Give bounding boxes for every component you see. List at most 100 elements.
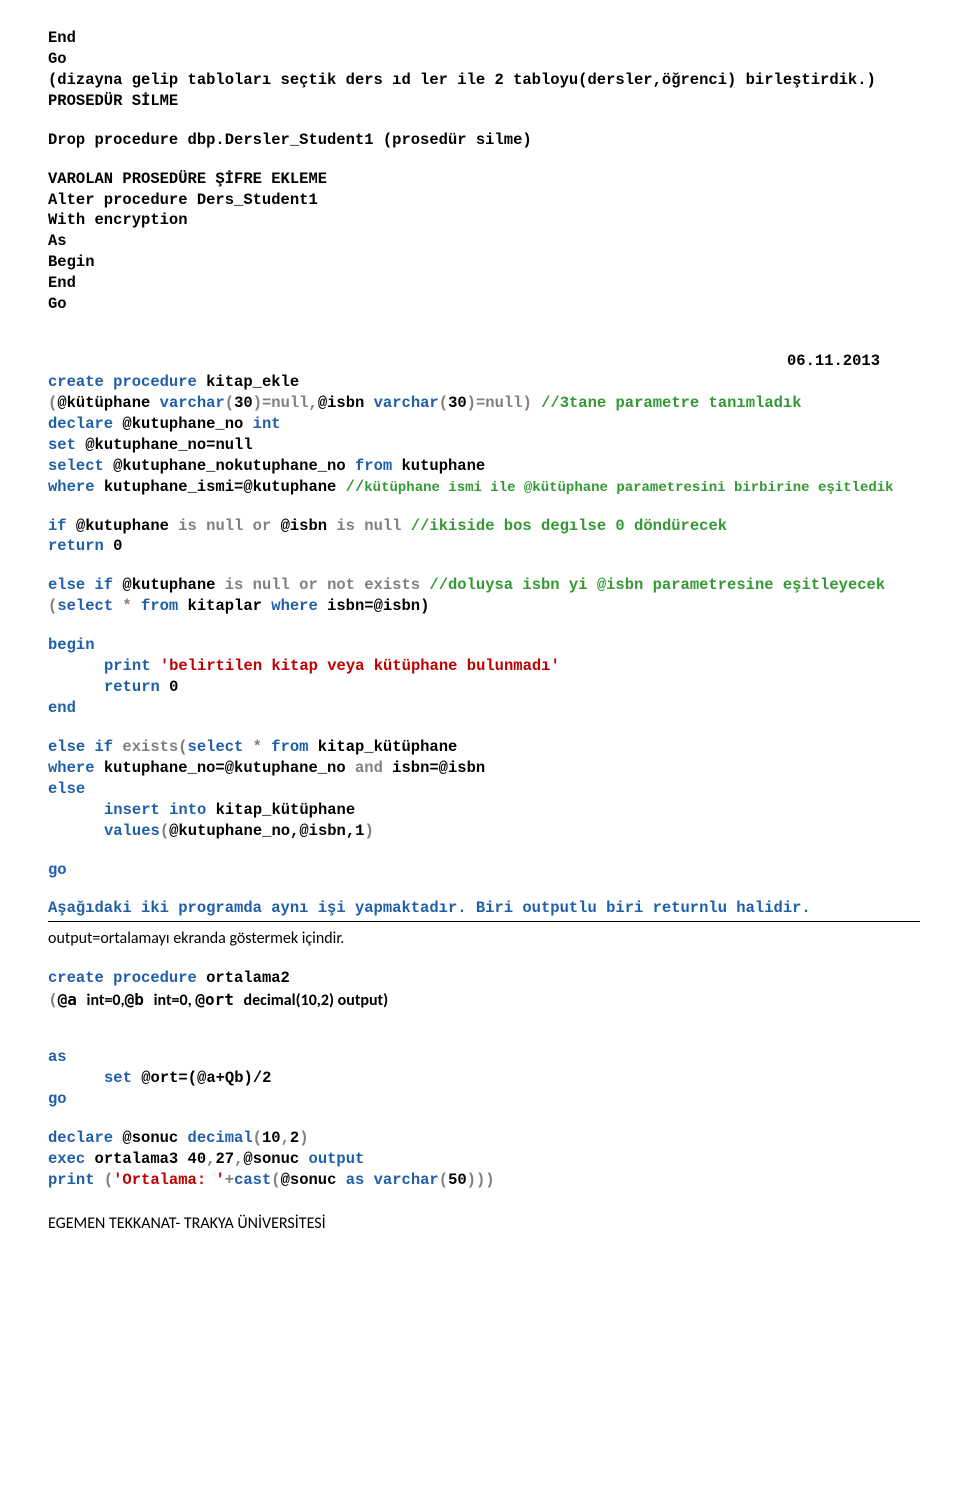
param: @b xyxy=(125,990,154,1009)
punct: ( xyxy=(439,394,448,412)
keyword: output xyxy=(309,1150,365,1168)
punct: )=null, xyxy=(253,394,318,412)
comment: //doluysa isbn yi @isbn parametresine eş… xyxy=(429,576,885,594)
type: varchar xyxy=(374,1171,439,1189)
type: varchar xyxy=(160,394,225,412)
code-line: return 0 xyxy=(48,536,920,557)
identifier: ortalama3 xyxy=(85,1150,187,1168)
keyword: return xyxy=(104,678,169,696)
punct: ( xyxy=(225,394,234,412)
code-line: create procedure ortalama2 xyxy=(48,968,920,989)
keyword: print xyxy=(104,657,160,675)
code-line: insert into kitap_kütüphane xyxy=(48,800,920,821)
keyword: values xyxy=(104,822,160,840)
code-line: end xyxy=(48,698,920,719)
var: @kutuphane_no xyxy=(122,415,252,433)
op: is null xyxy=(336,517,410,535)
keyword: select xyxy=(188,738,244,756)
op: + xyxy=(225,1171,234,1189)
num: 50 xyxy=(448,1171,467,1189)
op: * xyxy=(113,597,141,615)
code-line: declare @kutuphane_no int xyxy=(48,414,920,435)
keyword: where xyxy=(271,597,318,615)
keyword: else if xyxy=(48,576,122,594)
code-line: set @kutuphane_no=null xyxy=(48,435,920,456)
code-line: With encryption xyxy=(48,210,920,231)
keyword: if xyxy=(48,517,76,535)
punct: ( xyxy=(160,822,169,840)
type: int=0, xyxy=(154,991,196,1010)
code-line: where kutuphane_no=@kutuphane_no and isb… xyxy=(48,758,920,779)
type: int xyxy=(253,415,281,433)
num: 30 xyxy=(448,394,467,412)
heading: VAROLAN PROSEDÜRE ŞİFRE EKLEME xyxy=(48,169,920,190)
code-line: Begin xyxy=(48,252,920,273)
type: varchar xyxy=(374,394,439,412)
identifier: kitaplar xyxy=(178,597,271,615)
identifier: ortalama2 xyxy=(197,969,290,987)
footer: EGEMEN TEKKANAT- TRAKYA ÜNİVERSİTESİ xyxy=(48,1213,920,1235)
type: int=0, xyxy=(87,991,125,1010)
op: exists xyxy=(122,738,178,756)
num: 40 xyxy=(188,1150,207,1168)
string: 'Ortalama: ' xyxy=(113,1171,225,1189)
code-line: (select * from kitaplar where isbn=@isbn… xyxy=(48,596,920,617)
code-line: Alter procedure Ders_Student1 xyxy=(48,190,920,211)
divider xyxy=(48,921,920,922)
type: decimal(10,2) output) xyxy=(243,991,388,1010)
keyword: from xyxy=(141,597,178,615)
param: @isbn xyxy=(318,394,374,412)
code-line: exec ortalama3 40,27,@sonuc output xyxy=(48,1149,920,1170)
code-line: go xyxy=(48,1089,920,1110)
var: @isbn xyxy=(281,517,337,535)
op: and xyxy=(355,759,383,777)
code-line: return 0 xyxy=(48,677,920,698)
expr: @kutuphane_no=null xyxy=(85,436,252,454)
num: 30 xyxy=(234,394,253,412)
punct: ) xyxy=(299,1129,308,1147)
keyword: create procedure xyxy=(48,373,197,391)
code-line: as xyxy=(48,1047,920,1068)
punct: , xyxy=(281,1129,290,1147)
code-line: print ('Ortalama: '+cast(@sonuc as varch… xyxy=(48,1170,920,1191)
note: output=ortalamayı ekranda göstermek için… xyxy=(48,928,920,950)
keyword: exec xyxy=(48,1150,85,1168)
punct: ( xyxy=(48,597,57,615)
args: @kutuphane_no,@isbn, xyxy=(169,822,355,840)
code-line: (dizayna gelip tabloları seçtik ders ıd … xyxy=(48,70,920,91)
keyword: select xyxy=(57,597,113,615)
code-line: (@a int=0,@b int=0, @ort decimal(10,2) o… xyxy=(48,989,920,1012)
keyword: print xyxy=(48,1171,104,1189)
heading: PROSEDÜR SİLME xyxy=(48,91,920,112)
note: Aşağıdaki iki programda aynı işi yapmakt… xyxy=(48,898,920,919)
comment: //3tane parametre tanımladık xyxy=(541,394,801,412)
identifier: kitap_kütüphane xyxy=(308,738,457,756)
punct: ( xyxy=(178,738,187,756)
code-line: Drop procedure dbp.Dersler_Student1 (pro… xyxy=(48,130,920,151)
num: 0 xyxy=(113,537,122,555)
code-line: else if @kutuphane is null or not exists… xyxy=(48,575,920,596)
code-line: print 'belirtilen kitap veya kütüphane b… xyxy=(48,656,920,677)
identifier: kitap_kütüphane xyxy=(206,801,355,819)
var: @sonuc xyxy=(243,1150,308,1168)
keyword: select xyxy=(48,457,113,475)
punct: ( xyxy=(104,1171,113,1189)
keyword: where xyxy=(48,759,95,777)
punct: ( xyxy=(253,1129,262,1147)
punct: ))) xyxy=(467,1171,495,1189)
punct: ( xyxy=(48,394,57,412)
code-line: select @kutuphane_nokutuphane_no from ku… xyxy=(48,456,920,477)
punct: ) xyxy=(364,822,373,840)
keyword: as xyxy=(346,1171,374,1189)
punct: ( xyxy=(271,1171,280,1189)
code-line: else if exists(select * from kitap_kütüp… xyxy=(48,737,920,758)
expr: kutuphane_no=@kutuphane_no xyxy=(95,759,355,777)
identifier: kutuphane xyxy=(392,457,485,475)
code-line: else xyxy=(48,779,920,800)
identifier: kitap_ekle xyxy=(197,373,299,391)
date: 06.11.2013 xyxy=(48,351,920,372)
keyword: cast xyxy=(234,1171,271,1189)
expr: @ort=(@a+Qb)/ xyxy=(141,1069,262,1087)
expr: isbn=@isbn) xyxy=(318,597,430,615)
comment: // xyxy=(346,478,365,496)
